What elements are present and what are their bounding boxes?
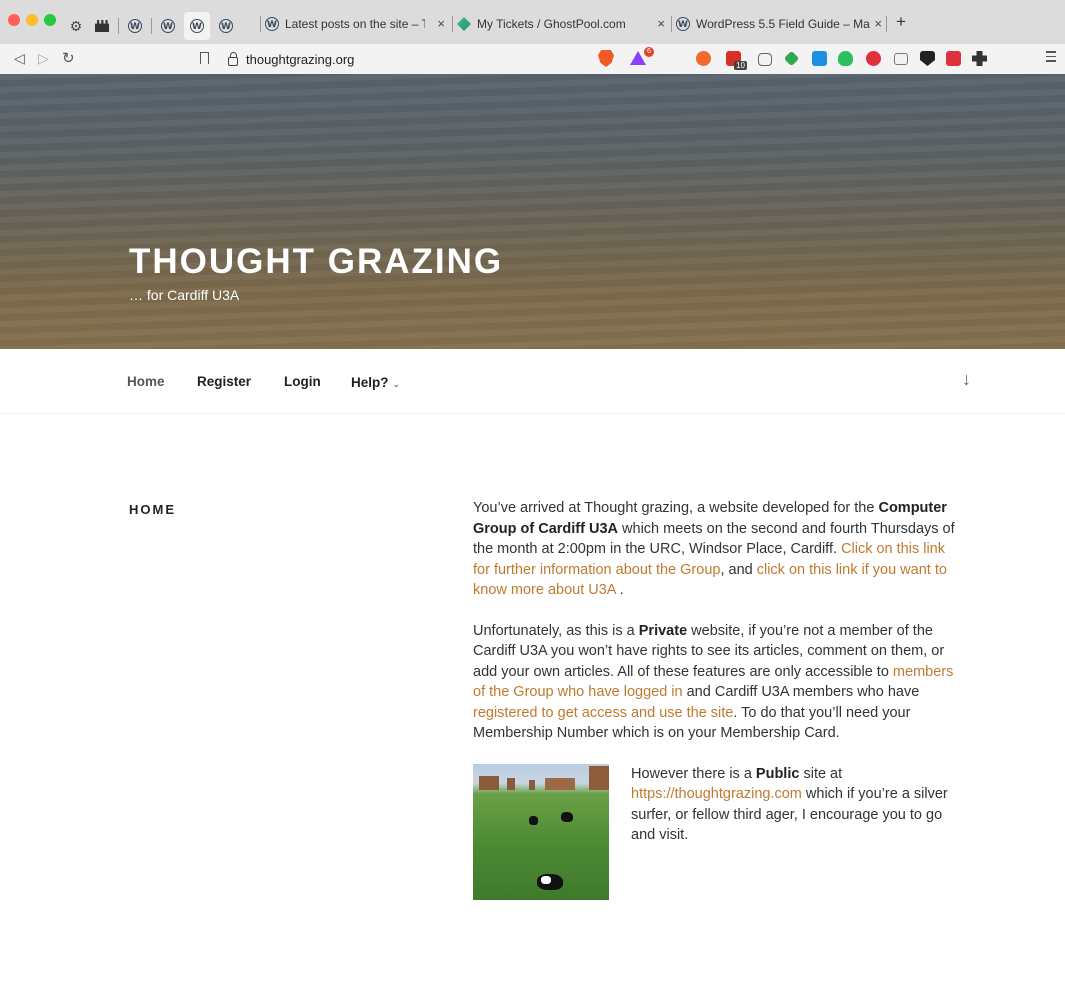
tab-my-tickets[interactable]: My Tickets / GhostPool.com × bbox=[457, 8, 669, 40]
back-icon[interactable]: ◁ bbox=[14, 50, 25, 67]
text: site at bbox=[799, 765, 843, 782]
fox-extension-icon[interactable] bbox=[920, 51, 935, 66]
evernote-icon[interactable] bbox=[838, 51, 853, 66]
public-site-link[interactable]: https://thoughtgrazing.com bbox=[631, 786, 802, 802]
new-tab-button[interactable]: + bbox=[896, 13, 906, 30]
lock-icon bbox=[228, 51, 238, 66]
tab-separator bbox=[151, 18, 152, 34]
rewards-badge: 6 bbox=[644, 47, 654, 57]
pinned-tab-wordpress-active[interactable]: W bbox=[184, 12, 210, 40]
close-tab-icon[interactable]: × bbox=[437, 16, 445, 31]
wordpress-icon: W bbox=[161, 19, 175, 33]
wordpress-icon: W bbox=[190, 19, 204, 33]
pinned-tab-wordpress-1[interactable]: W bbox=[125, 16, 145, 36]
pinned-tab-settings[interactable]: ⚙ bbox=[66, 16, 86, 36]
text: . bbox=[615, 582, 624, 598]
site-header-banner bbox=[0, 74, 1065, 349]
public-site-paragraph: However there is a Public site at https:… bbox=[631, 764, 961, 900]
calendar-badge: 10 bbox=[734, 61, 747, 70]
nav-item-home[interactable]: Home bbox=[127, 374, 165, 389]
bold-text: Public bbox=[755, 765, 800, 782]
tab-separator bbox=[260, 16, 261, 32]
page-title: HOME bbox=[129, 502, 176, 517]
feedly-icon[interactable] bbox=[783, 50, 800, 67]
intro-paragraph: You’ve arrived at Thought grazing, a web… bbox=[473, 498, 961, 601]
castle-icon bbox=[95, 20, 109, 32]
pinned-tabs: ⚙ W W W W bbox=[66, 12, 242, 40]
forward-icon[interactable]: ▷ bbox=[38, 50, 49, 67]
browser-tab-bar: ⚙ W W W W W Latest posts on the site – T… bbox=[0, 0, 1065, 44]
extensions-puzzle-icon[interactable] bbox=[972, 51, 987, 66]
pinned-tab-wordpress-2[interactable]: W bbox=[158, 16, 178, 36]
tab-title: Latest posts on the site – Thoug bbox=[285, 17, 425, 31]
d-extension-icon[interactable] bbox=[812, 51, 827, 66]
wordpress-icon: W bbox=[128, 19, 142, 33]
tab-title: WordPress 5.5 Field Guide – Ma bbox=[696, 17, 870, 31]
close-window-button[interactable] bbox=[8, 14, 20, 26]
menu-icon[interactable] bbox=[1046, 51, 1056, 65]
site-title[interactable]: THOUGHT GRAZING bbox=[129, 242, 503, 282]
reload-icon[interactable]: ↻ bbox=[62, 49, 75, 67]
main-navigation: Home Register Login Help? ⌄ ↓ bbox=[0, 349, 1065, 414]
pinned-tab-wordpress-4[interactable]: W bbox=[216, 16, 236, 36]
text: You’ve arrived at Thought grazing, a web… bbox=[473, 500, 879, 516]
tab-separator bbox=[886, 16, 887, 32]
extension-orange-icon[interactable] bbox=[696, 51, 711, 66]
tab-separator bbox=[452, 16, 453, 32]
private-paragraph: Unfortunately, as this is a Private webs… bbox=[473, 621, 961, 744]
bold-text: Private bbox=[638, 622, 688, 639]
pocket-icon[interactable] bbox=[758, 53, 772, 66]
url-text: thoughtgrazing.org bbox=[246, 51, 355, 67]
cows-field-image bbox=[473, 763, 609, 900]
nav-item-help[interactable]: Help? ⌄ bbox=[351, 374, 400, 392]
tab-latest-posts[interactable]: W Latest posts on the site – Thoug × bbox=[265, 8, 449, 40]
window-controls bbox=[8, 14, 56, 26]
scroll-down-arrow-icon[interactable]: ↓ bbox=[962, 369, 971, 390]
tab-title: My Tickets / GhostPool.com bbox=[477, 17, 626, 31]
tab-wordpress-field-guide[interactable]: W WordPress 5.5 Field Guide – Ma × bbox=[676, 8, 886, 40]
site-description: … for Cardiff U3A bbox=[129, 287, 240, 303]
tab-separator bbox=[671, 16, 672, 32]
camera-icon[interactable] bbox=[894, 53, 908, 65]
address-bar[interactable]: thoughtgrazing.org bbox=[228, 48, 608, 70]
nav-item-help-label[interactable]: Help? bbox=[351, 375, 389, 390]
pinned-tab-castle[interactable] bbox=[92, 16, 112, 36]
public-site-row: However there is a Public site at https:… bbox=[473, 763, 961, 900]
text: , and bbox=[720, 561, 757, 578]
tab-separator bbox=[118, 18, 119, 34]
minimize-window-button[interactable] bbox=[26, 14, 38, 26]
text: Unfortunately, as this is a bbox=[473, 622, 639, 639]
adblock-plus-icon[interactable] bbox=[866, 51, 881, 66]
bookmark-icon[interactable] bbox=[200, 52, 209, 64]
close-tab-icon[interactable]: × bbox=[874, 16, 882, 31]
wordpress-icon: W bbox=[265, 17, 279, 31]
nav-item-register[interactable]: Register bbox=[197, 374, 251, 389]
text: However there is a bbox=[631, 765, 756, 782]
flipboard-icon[interactable] bbox=[946, 51, 961, 66]
ghostpool-icon bbox=[457, 17, 471, 31]
address-toolbar: ◁ ▷ ↻ thoughtgrazing.org 6 10 bbox=[0, 44, 1065, 75]
wordpress-icon: W bbox=[676, 17, 690, 31]
chevron-down-icon[interactable]: ⌄ bbox=[393, 379, 401, 389]
nav-item-login[interactable]: Login bbox=[284, 374, 321, 389]
wordpress-icon: W bbox=[219, 19, 233, 33]
register-access-link[interactable]: registered to get access and use the sit… bbox=[473, 705, 733, 721]
text: and Cardiff U3A members who have bbox=[682, 684, 920, 700]
close-tab-icon[interactable]: × bbox=[657, 16, 665, 31]
gear-icon: ⚙ bbox=[69, 17, 83, 34]
maximize-window-button[interactable] bbox=[44, 14, 56, 26]
entry-content: You’ve arrived at Thought grazing, a web… bbox=[473, 498, 961, 900]
